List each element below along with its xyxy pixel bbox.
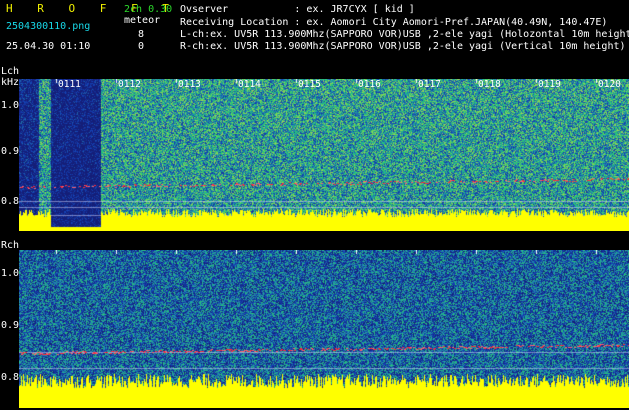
mode-text: 2ch 0.30 [124, 4, 173, 15]
time-tick-0114: 0114 [238, 79, 261, 90]
time-tick-0111: 0111 [58, 79, 81, 90]
rch-info-line: R-ch:ex. UV5R 113.900Mhz(SAPPORO VOR)USB… [180, 41, 626, 52]
khz-unit-label: kHz [1, 77, 20, 88]
meteor-r-count: 0 [138, 41, 145, 52]
time-tick-0118: 0118 [478, 79, 501, 90]
time-tick-0112: 0112 [118, 79, 141, 90]
lch-spectrogram [19, 79, 629, 231]
lch-y-tick-1-0: 1.0 [1, 100, 20, 111]
rch-y-tick-0-8: 0.8 [1, 372, 20, 383]
lch-y-tick-0-8: 0.8 [1, 196, 20, 207]
observer-line: Ovserver : ex. JR7CYX [ kid ] [180, 4, 415, 15]
rch-label: Rch [1, 240, 20, 251]
rch-y-tick-0-9: 0.9 [1, 320, 20, 331]
time-tick-0115: 0115 [298, 79, 321, 90]
time-tick-0113: 0113 [178, 79, 201, 90]
lch-label: Lch [1, 66, 20, 77]
lch-y-tick-0-9: 0.9 [1, 146, 20, 157]
meteor-l-count: 8 [138, 29, 145, 40]
location-line: Receiving Location : ex. Aomori City Aom… [180, 17, 608, 28]
lch-info-line: L-ch:ex. UV5R 113.900Mhz(SAPPORO VOR)USB… [180, 29, 629, 40]
datetime-text: 25.04.30 01:10 [6, 41, 91, 52]
time-tick-0117: 0117 [418, 79, 441, 90]
time-tick-0119: 0119 [538, 79, 561, 90]
filename-text: 2504300110.png [6, 21, 91, 32]
rch-spectrogram [19, 250, 629, 408]
rch-y-tick-1-0: 1.0 [1, 268, 20, 279]
time-tick-0120: 0120 [598, 79, 621, 90]
time-tick-0116: 0116 [358, 79, 381, 90]
meteor-label: meteor [124, 15, 161, 26]
